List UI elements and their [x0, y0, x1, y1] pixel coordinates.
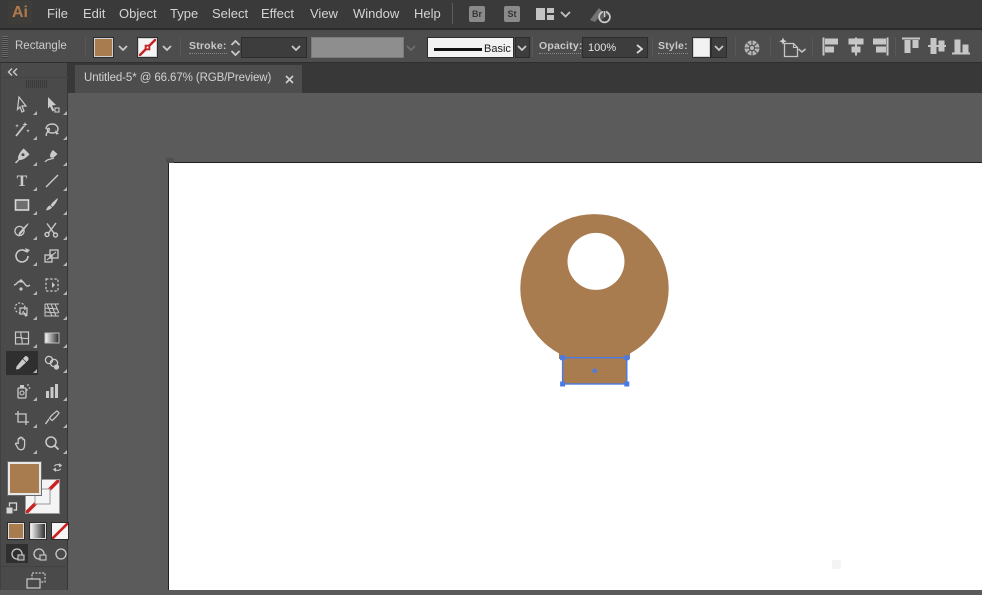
svg-text:T: T — [17, 173, 28, 190]
